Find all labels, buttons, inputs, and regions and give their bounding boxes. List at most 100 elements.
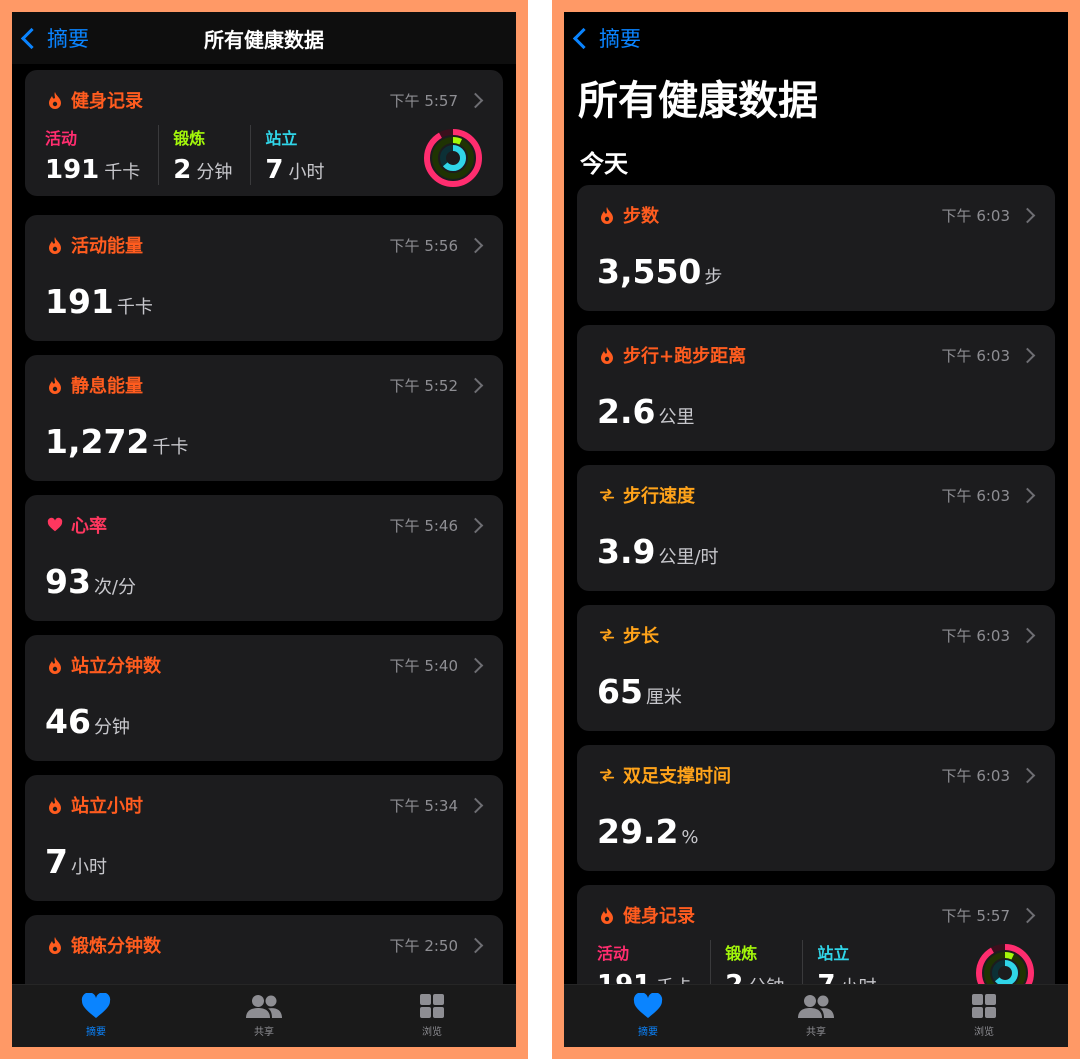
value-number: 7 bbox=[45, 842, 68, 881]
chevron-right-icon bbox=[467, 237, 484, 253]
stand-label: 站立 bbox=[265, 129, 298, 148]
card-title: 活动能量 bbox=[71, 236, 143, 257]
walking-icon bbox=[599, 628, 615, 642]
chevron-right-icon bbox=[1019, 347, 1036, 363]
card-title: 锻炼分钟数 bbox=[71, 936, 161, 957]
flame-icon bbox=[49, 92, 61, 109]
value-number: 3.9 bbox=[597, 532, 656, 571]
tab-summary[interactable]: 摘要 bbox=[598, 985, 698, 1038]
value-number: 93 bbox=[45, 562, 91, 601]
card-header: 静息能量 下午 5:52 bbox=[47, 373, 485, 397]
data-list[interactable]: 所有健康数据 今天 步数 下午 6:03 3,550 步 步行+跑步距离 下午 6… bbox=[564, 12, 1068, 985]
value-unit: 小时 bbox=[70, 857, 107, 878]
stand-value: 7 bbox=[265, 155, 284, 185]
flame-icon bbox=[49, 797, 61, 814]
card-header: 站立分钟数 下午 5:40 bbox=[47, 653, 485, 677]
card-title: 步行速度 bbox=[623, 486, 695, 507]
metric-card[interactable]: 站立小时 下午 5:34 7 小时 bbox=[25, 775, 503, 901]
metric-card[interactable]: 站立分钟数 下午 5:40 46 分钟 bbox=[25, 635, 503, 761]
value-unit: 厘米 bbox=[645, 687, 682, 708]
value-unit: 千卡 bbox=[152, 437, 189, 458]
chevron-right-icon bbox=[467, 377, 484, 393]
data-list[interactable]: 健身记录 下午 5:57 活动 191 千卡 锻炼 2 分钟 站立 7 小时 活… bbox=[12, 12, 516, 985]
card-title: 步数 bbox=[623, 206, 659, 227]
people-icon bbox=[246, 995, 282, 1018]
tab-sharing[interactable]: 共享 bbox=[766, 985, 866, 1038]
chevron-right-icon bbox=[467, 797, 484, 813]
chevron-left-icon bbox=[572, 27, 595, 49]
move-metric: 活动 191千卡 bbox=[45, 125, 160, 185]
activity-rings-icon bbox=[424, 129, 482, 187]
card-title: 静息能量 bbox=[71, 376, 143, 397]
metric-card[interactable]: 双足支撑时间 下午 6:03 29.2% bbox=[577, 745, 1055, 871]
card-value: 29.2% bbox=[597, 812, 699, 851]
metric-card[interactable]: 步行+跑步距离 下午 6:03 2.6 公里 bbox=[577, 325, 1055, 451]
tab-browse[interactable]: 浏览 bbox=[382, 985, 482, 1038]
move-value: 191 bbox=[45, 155, 100, 185]
value-number: 2.6 bbox=[597, 392, 656, 431]
stand-label: 站立 bbox=[817, 944, 850, 963]
exercise-unit: 分钟 bbox=[196, 162, 233, 183]
card-title: 健身记录 bbox=[623, 906, 695, 927]
move-metric: 活动 191千卡 bbox=[597, 940, 712, 985]
card-header: 活动能量 下午 5:56 bbox=[47, 233, 485, 257]
flame-icon bbox=[601, 347, 613, 364]
people-icon bbox=[798, 995, 834, 1018]
value-unit: % bbox=[681, 827, 699, 848]
card-title: 站立分钟数 bbox=[71, 656, 161, 677]
card-header: 步数 下午 6:03 bbox=[599, 203, 1037, 227]
exercise-value: 2 bbox=[173, 155, 192, 185]
card-value: 93 次/分 bbox=[45, 562, 136, 601]
metric-card[interactable]: 步数 下午 6:03 3,550 步 bbox=[577, 185, 1055, 311]
card-title: 双足支撑时间 bbox=[623, 766, 731, 787]
exercise-metric: 锻炼 2分钟 bbox=[173, 125, 252, 185]
flame-icon bbox=[49, 377, 61, 394]
grid-icon bbox=[972, 994, 996, 1018]
card-time: 下午 6:03 bbox=[941, 346, 1010, 365]
metric-card[interactable]: 步行速度 下午 6:03 3.9 公里/时 bbox=[577, 465, 1055, 591]
tab-label: 浏览 bbox=[974, 1027, 994, 1038]
card-time: 下午 5:46 bbox=[389, 516, 458, 535]
card-value: 7 小时 bbox=[45, 842, 107, 881]
flame-icon bbox=[49, 657, 61, 674]
exercise-label: 锻炼 bbox=[173, 129, 206, 148]
card-value: 46 分钟 bbox=[45, 702, 130, 741]
left-screen: 健身记录 下午 5:57 活动 191 千卡 锻炼 2 分钟 站立 7 小时 活… bbox=[0, 0, 528, 1059]
tab-browse[interactable]: 浏览 bbox=[934, 985, 1034, 1038]
chevron-right-icon bbox=[467, 937, 484, 953]
metric-card[interactable]: 心率 下午 5:46 93 次/分 bbox=[25, 495, 503, 621]
section-header-today: 今天 bbox=[580, 150, 628, 178]
card-header: 步长 下午 6:03 bbox=[599, 623, 1037, 647]
value-unit: 分钟 bbox=[93, 717, 130, 738]
chevron-right-icon bbox=[1019, 907, 1036, 923]
card-time: 下午 2:50 bbox=[389, 936, 458, 955]
move-unit: 千卡 bbox=[104, 162, 141, 183]
stand-metric: 站立 7小时 bbox=[817, 940, 894, 985]
card-header: 步行+跑步距离 下午 6:03 bbox=[599, 343, 1037, 367]
fitness-record-card[interactable]: 健身记录 下午 5:57 活动 191千卡 锻炼 2分钟 站立 7小时 bbox=[577, 885, 1055, 985]
card-time: 下午 5:56 bbox=[389, 236, 458, 255]
metric-card[interactable]: 静息能量 下午 5:52 1,272 千卡 bbox=[25, 355, 503, 481]
chevron-right-icon bbox=[467, 517, 484, 533]
card-time: 下午 5:34 bbox=[389, 796, 458, 815]
card-title: 站立小时 bbox=[71, 796, 143, 817]
fitness-record-card[interactable]: 健身记录 下午 5:57 活动 191千卡 锻炼 2分钟 站立 7小时 bbox=[25, 70, 503, 196]
card-value: 3,550 步 bbox=[597, 252, 722, 291]
card-header: 双足支撑时间 下午 6:03 bbox=[599, 763, 1037, 787]
chevron-left-icon bbox=[20, 27, 43, 49]
metric-card[interactable]: 活动能量 下午 5:56 191 千卡 bbox=[25, 215, 503, 341]
tab-summary[interactable]: 摘要 bbox=[46, 985, 146, 1038]
tab-sharing[interactable]: 共享 bbox=[214, 985, 314, 1038]
back-button[interactable]: 摘要 bbox=[18, 12, 89, 64]
metric-card[interactable]: 步长 下午 6:03 65 厘米 bbox=[577, 605, 1055, 731]
stand-unit: 小时 bbox=[288, 162, 325, 183]
card-header: 健身记录 下午 5:57 bbox=[47, 88, 485, 112]
flame-icon bbox=[601, 207, 613, 224]
value-number: 191 bbox=[45, 282, 114, 321]
right-screen: 所有健康数据 今天 步数 下午 6:03 3,550 步 步行+跑步距离 下午 6… bbox=[552, 0, 1080, 1059]
fitness-metrics: 活动 191千卡 锻炼 2分钟 站立 7小时 bbox=[45, 125, 356, 185]
card-header: 健身记录 下午 5:57 bbox=[599, 903, 1037, 927]
metric-card[interactable]: 锻炼分钟数 下午 2:50 bbox=[25, 915, 503, 985]
back-button[interactable]: 摘要 bbox=[570, 12, 641, 64]
card-value: 2.6 公里 bbox=[597, 392, 694, 431]
